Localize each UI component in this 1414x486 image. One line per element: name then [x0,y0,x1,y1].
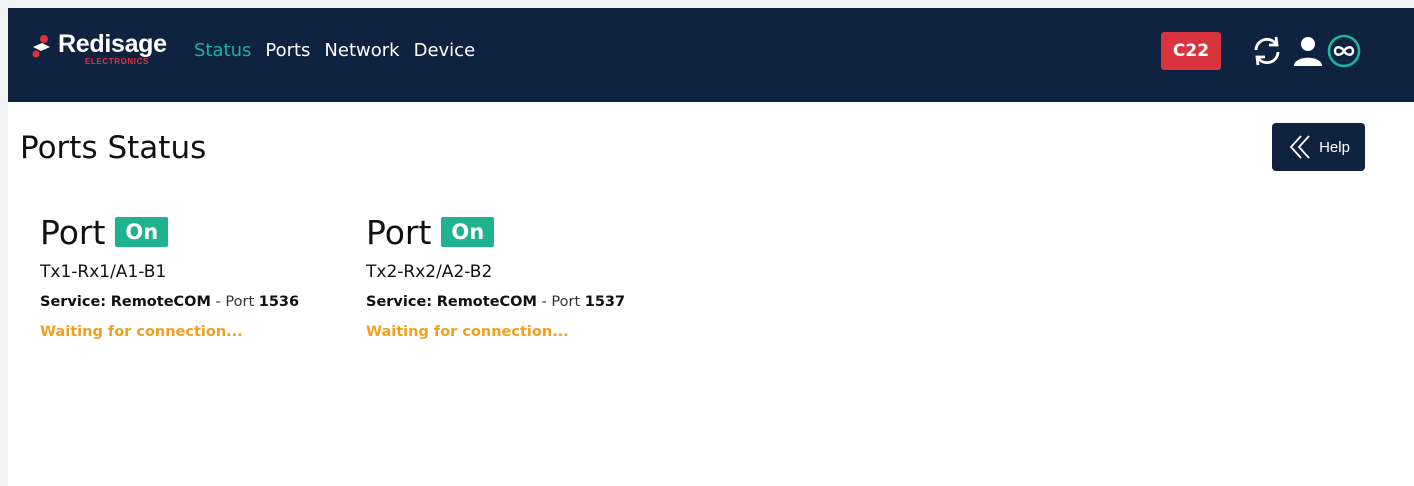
port-heading: Port On [366,208,676,256]
main-nav: Status Ports Network Device [194,40,489,61]
app-frame: Redisage ELECTRONICS Status Ports Networ… [8,8,1414,486]
port-title: Port [366,212,432,252]
page-title: Ports Status [20,130,207,166]
brand-subtitle: ELECTRONICS [85,57,149,66]
service-name: RemoteCOM [110,294,211,310]
port-number: 1537 [584,294,626,310]
connection-status: Waiting for connection... [366,324,569,340]
service-label: Service: [40,294,107,310]
port-state-badge: On [115,217,169,247]
port-heading: Port On [40,208,350,256]
port-word: Port [551,294,581,310]
help-label: Help [1319,138,1350,156]
port-id: Tx1-Rx1/A1-B1 [40,262,167,282]
service-label: Service: [366,294,433,310]
nav-network[interactable]: Network [324,40,399,61]
help-button[interactable]: Help [1272,123,1365,171]
nav-status[interactable]: Status [194,40,251,61]
port-word: Port [225,294,255,310]
service-line: Service: RemoteCOM - Port 1537 [366,294,676,310]
port-id: Tx2-Rx2/A2-B2 [366,262,493,282]
nav-device[interactable]: Device [414,40,476,61]
navbar: Redisage ELECTRONICS Status Ports Networ… [8,8,1414,102]
port-title: Port [40,212,106,252]
double-chevron-left-icon [1289,135,1310,159]
port-state-badge: On [441,217,495,247]
service-separator: - [210,294,226,310]
connection-status: Waiting for connection... [40,324,243,340]
port-number: 1536 [258,294,300,310]
service-name: RemoteCOM [436,294,537,310]
user-icon[interactable] [1290,33,1326,69]
logo-icon [32,35,50,58]
nav-ports[interactable]: Ports [265,40,310,61]
port-card: Port On Tx1-Rx1/A1-B1 Service: RemoteCOM… [40,208,350,341]
service-line: Service: RemoteCOM - Port 1536 [40,294,350,310]
brand-name: Redisage [58,30,167,58]
brand-logo[interactable]: Redisage ELECTRONICS [30,30,190,74]
device-badge[interactable]: C22 [1161,32,1221,70]
sync-icon[interactable] [1249,33,1285,69]
infinity-icon[interactable] [1326,33,1362,69]
service-separator: - [536,294,552,310]
port-card: Port On Tx2-Rx2/A2-B2 Service: RemoteCOM… [366,208,676,341]
